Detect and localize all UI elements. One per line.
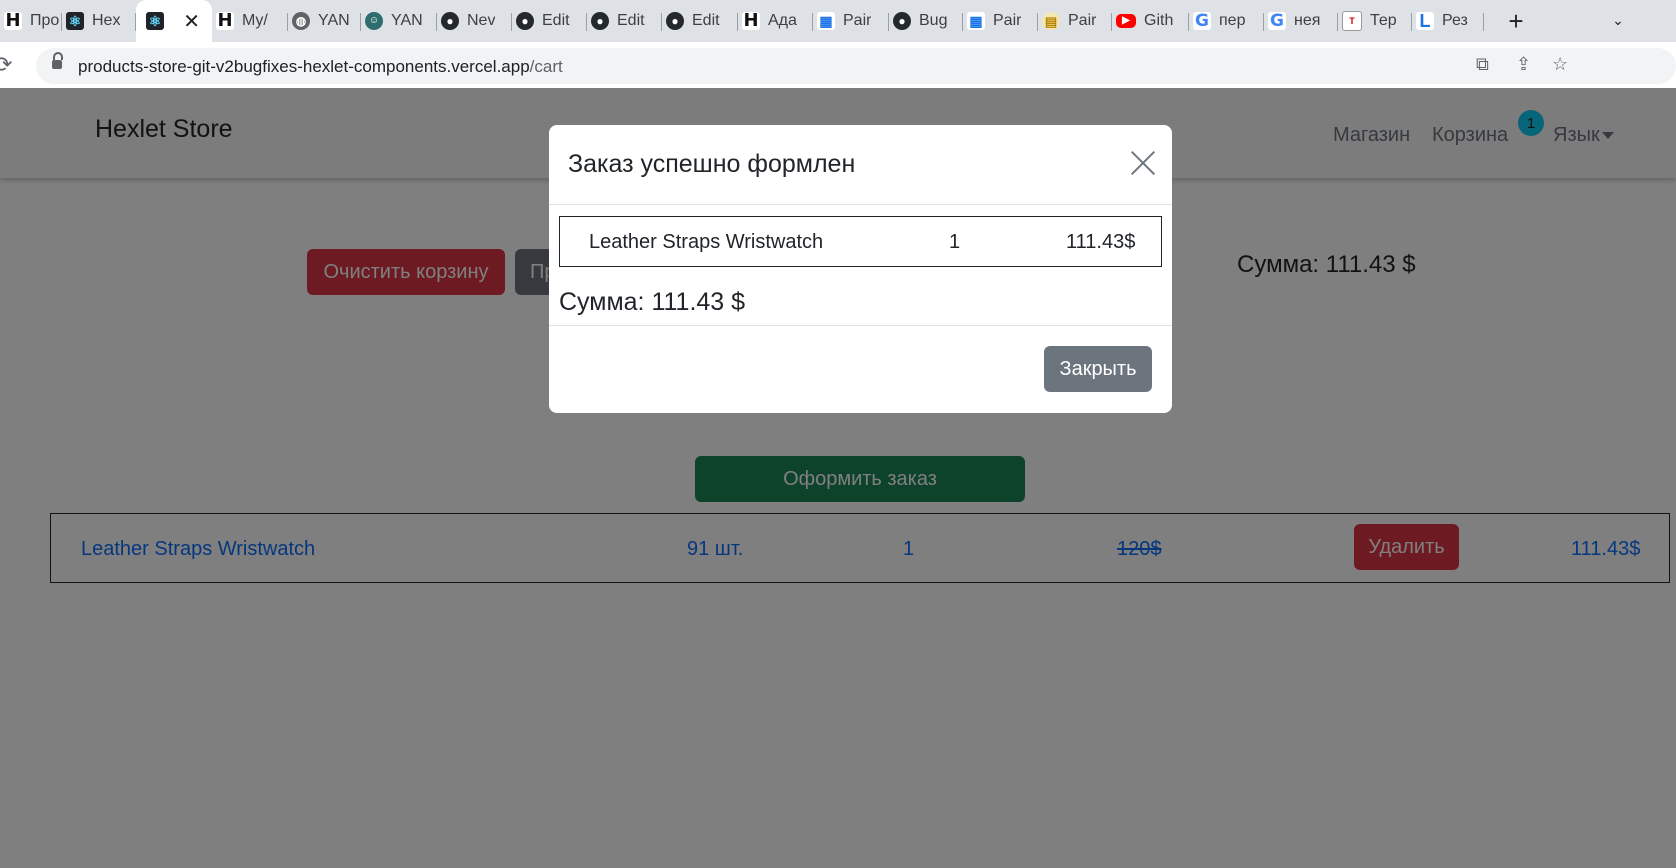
- hexlet-icon: H: [4, 10, 22, 31]
- page-viewport: Hexlet Store Магазин Корзина 1 Язык Очис…: [0, 88, 1676, 868]
- browser-tab[interactable]: ☺ YAN: [361, 6, 437, 36]
- avatar-icon: ☺: [365, 12, 383, 30]
- tab-search-button[interactable]: ⌄: [1606, 8, 1630, 32]
- browser-tab[interactable]: ⚛ Hex: [62, 6, 136, 36]
- tab-title: Edit: [617, 12, 645, 29]
- tab-title: Про: [30, 12, 60, 29]
- url-path: /cart: [529, 57, 563, 76]
- browser-tab[interactable]: H My/: [212, 6, 288, 36]
- tab-title: пер: [1219, 12, 1246, 29]
- reload-icon[interactable]: ⟳: [0, 52, 12, 78]
- tab-title: YAN: [391, 12, 423, 29]
- browser-tab[interactable]: ▶ Gith: [1112, 6, 1189, 36]
- browser-toolbar: ⟳ products-store-git-v2bugfixes-hexlet-c…: [0, 42, 1676, 88]
- tab-title: Edit: [542, 12, 570, 29]
- browser-tab[interactable]: H Ада: [738, 6, 813, 36]
- modal-footer: Закрыть: [549, 325, 1172, 413]
- browser-tab[interactable]: ▦ Pair: [963, 6, 1038, 36]
- tab-title: Тер: [1370, 12, 1397, 29]
- hexlet-icon: H: [216, 10, 234, 31]
- close-icon[interactable]: [1127, 147, 1159, 179]
- google-icon: G: [1193, 12, 1211, 30]
- tab-title: Bug: [919, 12, 948, 29]
- tab-title: нея: [1294, 12, 1321, 29]
- order-success-modal: Заказ успешно формлен Leather Straps Wri…: [549, 125, 1172, 413]
- github-icon: ●: [441, 12, 459, 30]
- globe-icon: ◍: [292, 12, 310, 30]
- github-icon: ●: [666, 12, 684, 30]
- tab-title: Рез: [1442, 12, 1468, 29]
- url-host: products-store-git-v2bugfixes-hexlet-com…: [78, 57, 530, 76]
- order-item-row: Leather Straps Wristwatch 1 111.43$: [559, 216, 1162, 267]
- close-tab-icon[interactable]: ✕: [183, 9, 200, 34]
- browser-tab[interactable]: ▦ Pair: [813, 6, 889, 36]
- hexlet-icon: H: [742, 10, 760, 31]
- github-icon: ●: [591, 12, 609, 30]
- browser-tab[interactable]: ● Edit: [512, 6, 587, 36]
- tab-title: Pair: [1068, 12, 1097, 29]
- browser-tab[interactable]: ● Edit: [662, 6, 738, 36]
- sheet-icon: ▦: [817, 12, 835, 30]
- browser-tab[interactable]: Gнея: [1264, 6, 1338, 36]
- tab-title: Gith: [1144, 12, 1174, 29]
- browser-tab[interactable]: ◍ YAN: [288, 6, 361, 36]
- tab-active[interactable]: ⚛ ✕: [136, 0, 212, 42]
- lock-icon[interactable]: [52, 52, 63, 69]
- browser-tab[interactable]: ● Nev: [437, 6, 512, 36]
- ter-icon: T: [1342, 11, 1362, 31]
- sheet-icon: ▦: [967, 12, 985, 30]
- translate-icon[interactable]: ⧉: [1476, 54, 1489, 75]
- tab-title: Nev: [467, 12, 496, 29]
- browser-tab-strip: H Про ⚛ Hex ⚛ ✕ H My/◍ YAN ☺ YAN ● Nev ● Edit ● Edit ● Edi…: [0, 0, 1676, 42]
- github-icon: ●: [893, 12, 911, 30]
- tab-title: Pair: [843, 12, 872, 29]
- browser-tab[interactable]: T Тер: [1338, 6, 1412, 36]
- order-total: Сумма: 111.43 $: [559, 288, 746, 316]
- browser-tab[interactable]: ● Bug: [889, 6, 963, 36]
- google-icon: G: [1268, 12, 1286, 30]
- tab-title: Edit: [692, 12, 720, 29]
- tab-title: Pair: [993, 12, 1022, 29]
- modal-title: Заказ успешно формлен: [568, 150, 856, 178]
- bookmark-star-icon[interactable]: ☆: [1552, 54, 1568, 75]
- tab-title: My/: [242, 12, 268, 29]
- l-icon: L: [1416, 12, 1434, 30]
- tab-title: YAN: [318, 12, 350, 29]
- tab-title: Ада: [768, 12, 797, 29]
- book-icon: ▤: [1042, 12, 1060, 30]
- react-icon: ⚛: [146, 12, 164, 30]
- order-item-name: Leather Straps Wristwatch: [589, 231, 824, 253]
- browser-tab[interactable]: Gпер: [1189, 6, 1264, 36]
- browser-tab[interactable]: ● Edit: [587, 6, 662, 36]
- order-item-price: 111.43$: [1066, 231, 1136, 253]
- modal-header: Заказ успешно формлен: [549, 125, 1172, 205]
- browser-tab[interactable]: L Рез: [1412, 6, 1484, 36]
- github-icon: ●: [516, 12, 534, 30]
- browser-tab[interactable]: ▤ Pair: [1038, 6, 1112, 36]
- url-text[interactable]: products-store-git-v2bugfixes-hexlet-com…: [78, 57, 563, 77]
- react-icon: ⚛: [66, 12, 84, 30]
- order-item-quantity: 1: [949, 231, 961, 253]
- browser-tab[interactable]: H Про: [0, 6, 62, 36]
- new-tab-button[interactable]: +: [1500, 6, 1532, 36]
- share-icon[interactable]: ⇪: [1516, 54, 1531, 75]
- youtube-icon: ▶: [1116, 14, 1136, 28]
- address-bar[interactable]: products-store-git-v2bugfixes-hexlet-com…: [36, 48, 1676, 84]
- modal-close-button[interactable]: Закрыть: [1044, 346, 1152, 392]
- tab-title: Hex: [92, 12, 121, 29]
